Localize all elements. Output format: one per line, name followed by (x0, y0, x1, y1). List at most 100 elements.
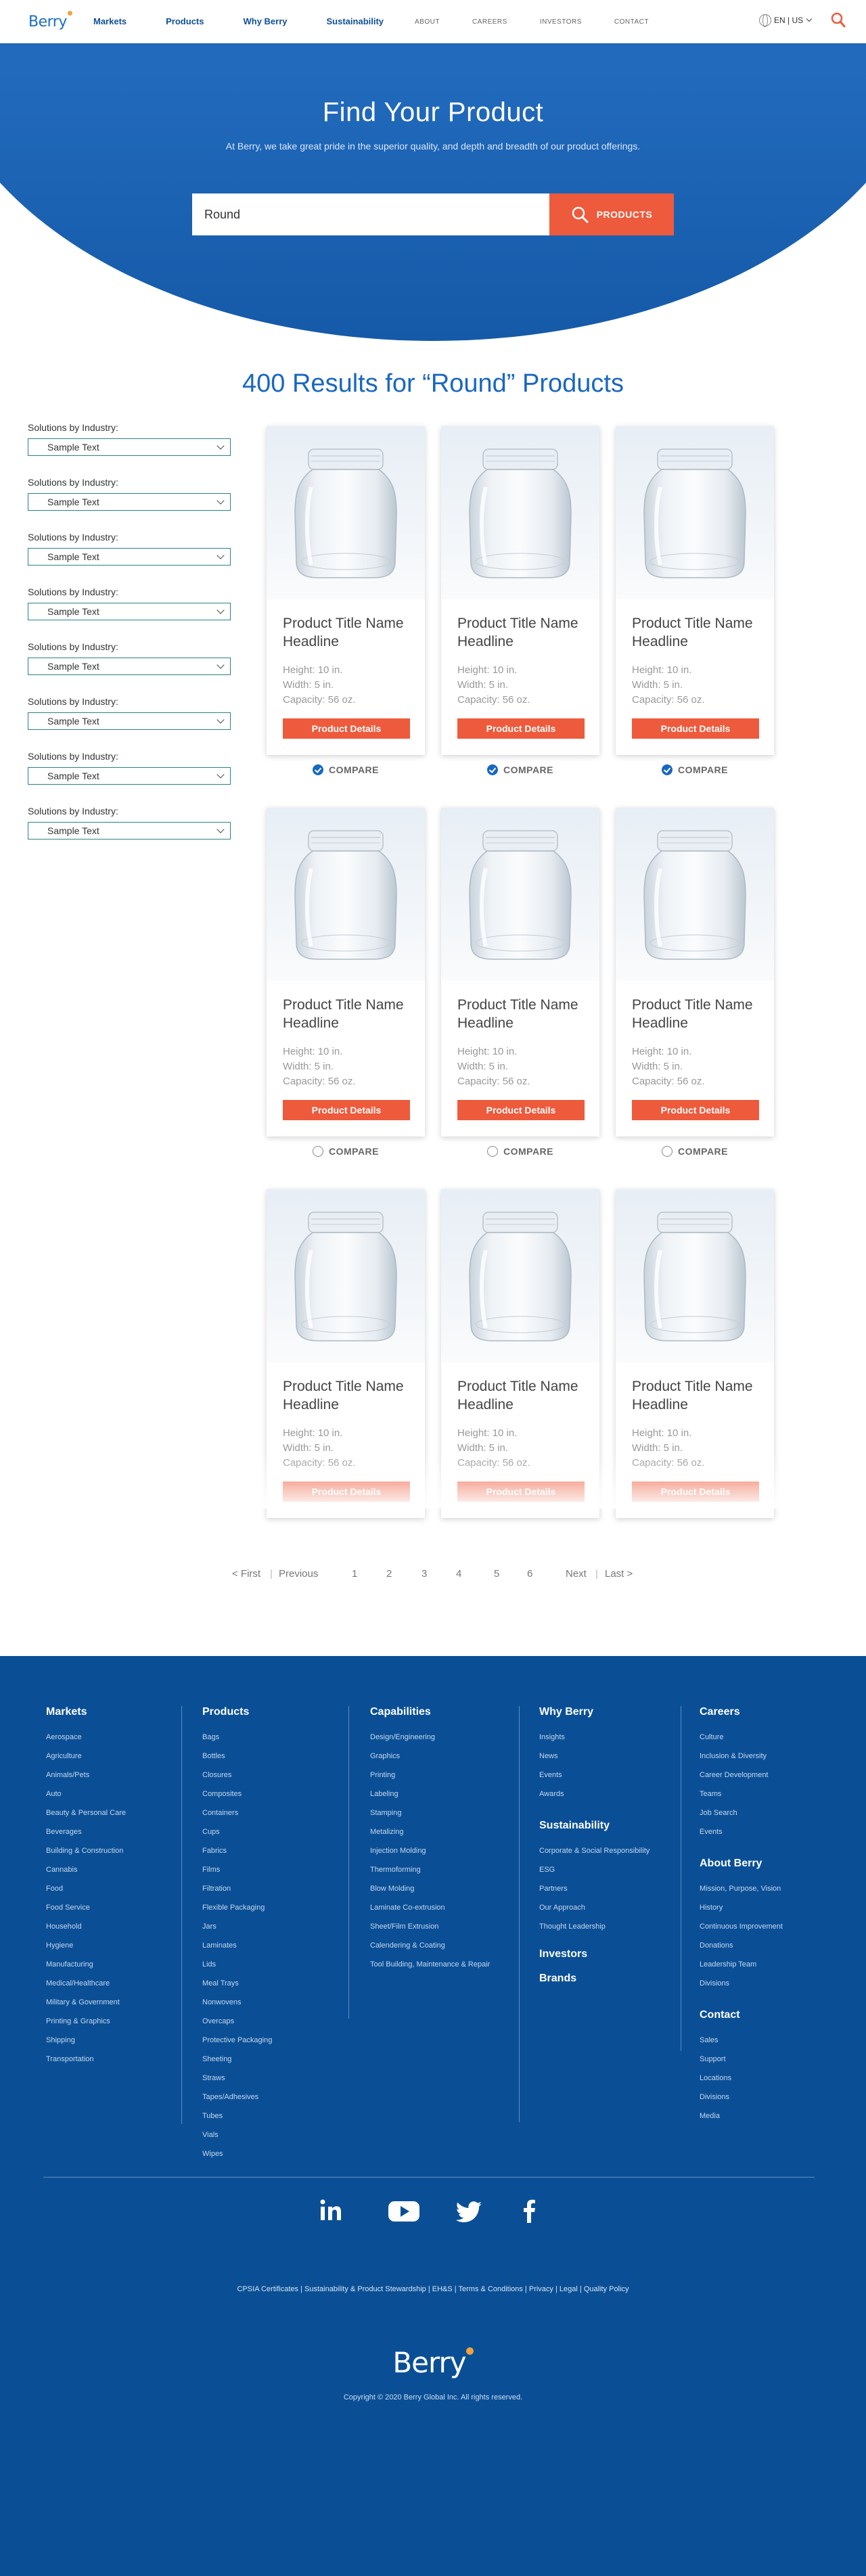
footer-link[interactable]: Events (700, 1822, 783, 1841)
footer-link[interactable]: Wipes (202, 2144, 272, 2163)
footer-legal-link[interactable]: Quality Policy (584, 2285, 629, 2293)
filter-select[interactable]: Sample Text (28, 493, 231, 511)
filter-select[interactable]: Sample Text (28, 603, 231, 620)
filter-select[interactable]: Sample Text (28, 822, 231, 840)
search-products-button[interactable]: PRODUCTS (549, 193, 674, 235)
footer-link[interactable]: Mission, Purpose, Vision (700, 1879, 783, 1898)
product-title[interactable]: Product Title Name Headline (457, 996, 593, 1032)
footer-legal-link[interactable]: Legal (560, 2285, 578, 2293)
footer-link[interactable]: Hygiene (46, 1936, 126, 1955)
footer-link[interactable]: Auto (46, 1785, 126, 1803)
footer-link[interactable]: Culture (700, 1728, 783, 1747)
page-1[interactable]: 1 (352, 1568, 357, 1580)
product-details-button[interactable]: Product Details (283, 1100, 410, 1120)
product-title[interactable]: Product Title Name Headline (283, 614, 418, 651)
nav-why-berry[interactable]: Why Berry (243, 16, 287, 26)
footer-link[interactable]: Flexible Packaging (202, 1898, 272, 1917)
nav-careers[interactable]: CAREERS (472, 18, 507, 26)
footer-link[interactable]: Thermoforming (370, 1860, 490, 1879)
footer-link[interactable]: Tool Building, Maintenance & Repair (370, 1955, 490, 1974)
footer-link[interactable]: Media (700, 2107, 783, 2125)
footer-link[interactable]: Food (46, 1879, 126, 1898)
search-icon[interactable] (831, 12, 846, 28)
footer-link[interactable]: Beauty & Personal Care (46, 1803, 126, 1822)
footer-link[interactable]: Sales (700, 2031, 783, 2050)
product-image[interactable] (441, 426, 599, 599)
footer-link[interactable]: Fabrics (202, 1841, 272, 1860)
footer-link[interactable]: Laminates (202, 1936, 272, 1955)
footer-link[interactable]: Household (46, 1917, 126, 1936)
footer-link[interactable]: Stamping (370, 1803, 490, 1822)
footer-link[interactable]: Straws (202, 2069, 272, 2088)
footer-link[interactable]: Inclusion & Diversity (700, 1747, 783, 1766)
footer-link[interactable]: Composites (202, 1785, 272, 1803)
page-first[interactable]: < First (232, 1568, 260, 1580)
page-5[interactable]: 5 (494, 1568, 499, 1580)
nav-sustainability[interactable]: Sustainability (327, 16, 384, 26)
footer-legal-link[interactable]: Sustainability & Product Stewardship (304, 2285, 426, 2293)
footer-link[interactable]: ESG (539, 1860, 650, 1879)
footer-link[interactable]: Cannabis (46, 1860, 126, 1879)
product-image[interactable] (441, 1189, 599, 1362)
page-last[interactable]: Last > (605, 1568, 633, 1580)
search-input[interactable]: Round (192, 193, 549, 235)
product-title[interactable]: Product Title Name Headline (632, 1377, 767, 1414)
footer-heading[interactable]: Sustainability (539, 1820, 650, 1832)
footer-link[interactable]: Printing (370, 1766, 490, 1785)
product-title[interactable]: Product Title Name Headline (283, 996, 418, 1032)
compare-toggle[interactable]: COMPARE (616, 764, 774, 775)
filter-select[interactable]: Sample Text (28, 712, 231, 730)
footer-link[interactable]: Agriculture (46, 1747, 126, 1766)
footer-link[interactable]: Tapes/Adhesives (202, 2088, 272, 2107)
page-next[interactable]: Next (566, 1568, 587, 1580)
footer-heading[interactable]: Capabilities (370, 1706, 490, 1718)
footer-link[interactable]: Locations (700, 2069, 783, 2088)
footer-link[interactable]: Our Approach (539, 1898, 650, 1917)
footer-link[interactable]: Cups (202, 1822, 272, 1841)
footer-link[interactable]: Labeling (370, 1785, 490, 1803)
page-6[interactable]: 6 (527, 1568, 532, 1580)
product-details-button[interactable]: Product Details (283, 718, 410, 739)
footer-link[interactable]: History (700, 1898, 783, 1917)
footer-legal-link[interactable]: Terms & Conditions (459, 2285, 523, 2293)
footer-link[interactable]: Leadership Team (700, 1955, 783, 1974)
footer-link[interactable]: Blow Molding (370, 1879, 490, 1898)
footer-link[interactable]: Divisions (700, 2088, 783, 2107)
product-title[interactable]: Product Title Name Headline (632, 996, 767, 1032)
footer-link[interactable]: Partners (539, 1879, 650, 1898)
linkedin-icon[interactable] (319, 2197, 344, 2224)
footer-link[interactable]: Sheeting (202, 2050, 272, 2069)
footer-link[interactable]: Divisions (700, 1974, 783, 1993)
product-image[interactable] (616, 426, 774, 599)
footer-berry-logo[interactable]: Berry (0, 2346, 866, 2379)
nav-contact[interactable]: CONTACT (614, 18, 649, 26)
product-title[interactable]: Product Title Name Headline (632, 614, 767, 651)
footer-link[interactable]: Films (202, 1860, 272, 1879)
footer-link[interactable]: Continuous Improvement (700, 1917, 783, 1936)
footer-heading[interactable]: Why Berry (539, 1706, 650, 1718)
footer-link[interactable]: Military & Government (46, 1993, 126, 2012)
product-title[interactable]: Product Title Name Headline (457, 1377, 593, 1414)
twitter-icon[interactable] (455, 2197, 483, 2224)
footer-heading[interactable]: Brands (539, 1973, 650, 1985)
nav-markets[interactable]: Markets (93, 16, 127, 26)
footer-link[interactable]: Protective Packaging (202, 2031, 272, 2050)
footer-link[interactable]: Food Service (46, 1898, 126, 1917)
product-details-button[interactable]: Product Details (632, 718, 759, 739)
footer-link[interactable]: Awards (539, 1785, 650, 1803)
page-3[interactable]: 3 (421, 1568, 427, 1580)
footer-legal-link[interactable]: Privacy (529, 2285, 553, 2293)
product-details-button[interactable]: Product Details (632, 1100, 759, 1120)
product-image[interactable] (267, 808, 425, 981)
footer-legal-link[interactable]: EH&S (432, 2285, 453, 2293)
footer-link[interactable]: Vials (202, 2125, 272, 2144)
nav-products[interactable]: Products (166, 16, 204, 26)
compare-toggle[interactable]: COMPARE (441, 764, 599, 775)
product-image[interactable] (616, 808, 774, 981)
footer-link[interactable]: Sheet/Film Extrusion (370, 1917, 490, 1936)
footer-link[interactable]: Bottles (202, 1747, 272, 1766)
footer-link[interactable]: Injection Molding (370, 1841, 490, 1860)
nav-investors[interactable]: INVESTORS (540, 18, 582, 26)
filter-select[interactable]: Sample Text (28, 658, 231, 675)
footer-link[interactable]: Printing & Graphics (46, 2012, 126, 2031)
